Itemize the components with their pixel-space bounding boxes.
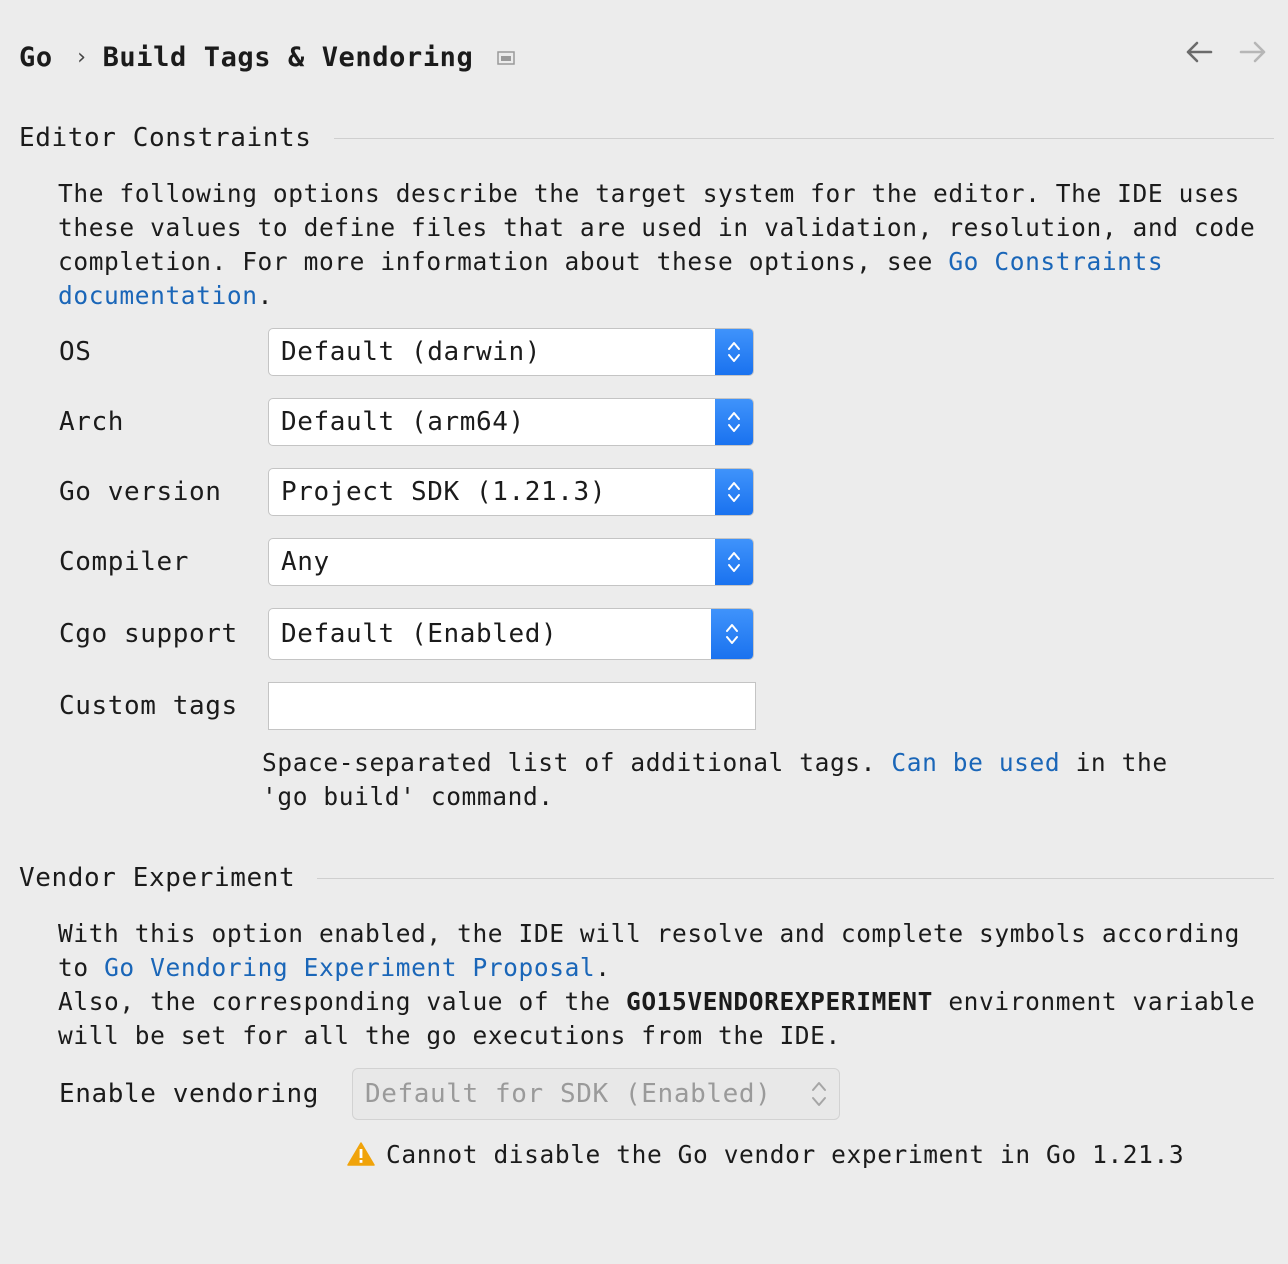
go-version-label: Go version <box>59 477 222 507</box>
breadcrumb-separator: › <box>74 44 89 70</box>
vendor-experiment-description: With this option enabled, the IDE will r… <box>58 919 1256 1050</box>
breadcrumb: Go › Build Tags & Vendoring <box>19 36 473 78</box>
os-select[interactable]: Default (darwin) <box>268 328 754 376</box>
can-be-used-link[interactable]: Can be used <box>891 748 1060 777</box>
updown-chevron-icon <box>799 1079 839 1109</box>
warning-text: Cannot disable the Go vendor experiment … <box>386 1139 1185 1169</box>
vendoring-proposal-link[interactable]: Go Vendoring Experiment Proposal <box>104 953 595 982</box>
updown-chevron-icon <box>715 469 753 515</box>
custom-tags-hint: Space-separated list of additional tags.… <box>262 748 1168 811</box>
enable-vendoring-label: Enable vendoring <box>59 1079 320 1109</box>
arch-select-value: Default (arm64) <box>281 407 525 437</box>
editor-constraints-description: The following options describe the targe… <box>58 179 1256 310</box>
updown-chevron-icon <box>715 399 753 445</box>
compiler-select-value: Any <box>281 547 330 577</box>
updown-chevron-icon <box>711 609 753 659</box>
tab-pin-icon[interactable] <box>496 50 516 66</box>
enable-vendoring-select: Default for SDK (Enabled) <box>352 1068 840 1120</box>
enable-vendoring-value: Default for SDK (Enabled) <box>365 1079 772 1109</box>
breadcrumb-parent[interactable]: Go <box>19 42 53 73</box>
updown-chevron-icon <box>715 329 753 375</box>
env-variable-name: GO15VENDOREXPERIMENT <box>625 987 933 1016</box>
compiler-select[interactable]: Any <box>268 538 754 586</box>
updown-chevron-icon <box>715 539 753 585</box>
section-divider <box>334 138 1274 139</box>
section-divider <box>317 878 1274 879</box>
custom-tags-label: Custom tags <box>59 691 238 721</box>
arch-select[interactable]: Default (arm64) <box>268 398 754 446</box>
go-version-select[interactable]: Project SDK (1.21.3) <box>268 468 754 516</box>
warning-icon <box>347 1142 375 1166</box>
go-version-select-value: Project SDK (1.21.3) <box>281 477 607 507</box>
forward-arrow-icon[interactable] <box>1238 38 1268 66</box>
cgo-support-select-value: Default (Enabled) <box>281 619 558 649</box>
vendor-experiment-title: Vendor Experiment <box>19 863 296 893</box>
cgo-support-select[interactable]: Default (Enabled) <box>268 608 754 660</box>
editor-constraints-title: Editor Constraints <box>19 123 312 153</box>
compiler-label: Compiler <box>59 547 190 577</box>
os-label: OS <box>59 337 92 367</box>
page-title: Build Tags & Vendoring <box>102 41 474 73</box>
arch-label: Arch <box>59 407 125 437</box>
back-arrow-icon[interactable] <box>1184 38 1214 66</box>
vendoring-warning: Cannot disable the Go vendor experiment … <box>346 1136 1184 1172</box>
cgo-support-label: Cgo support <box>59 619 238 649</box>
custom-tags-input[interactable] <box>268 682 756 730</box>
os-select-value: Default (darwin) <box>281 337 542 367</box>
